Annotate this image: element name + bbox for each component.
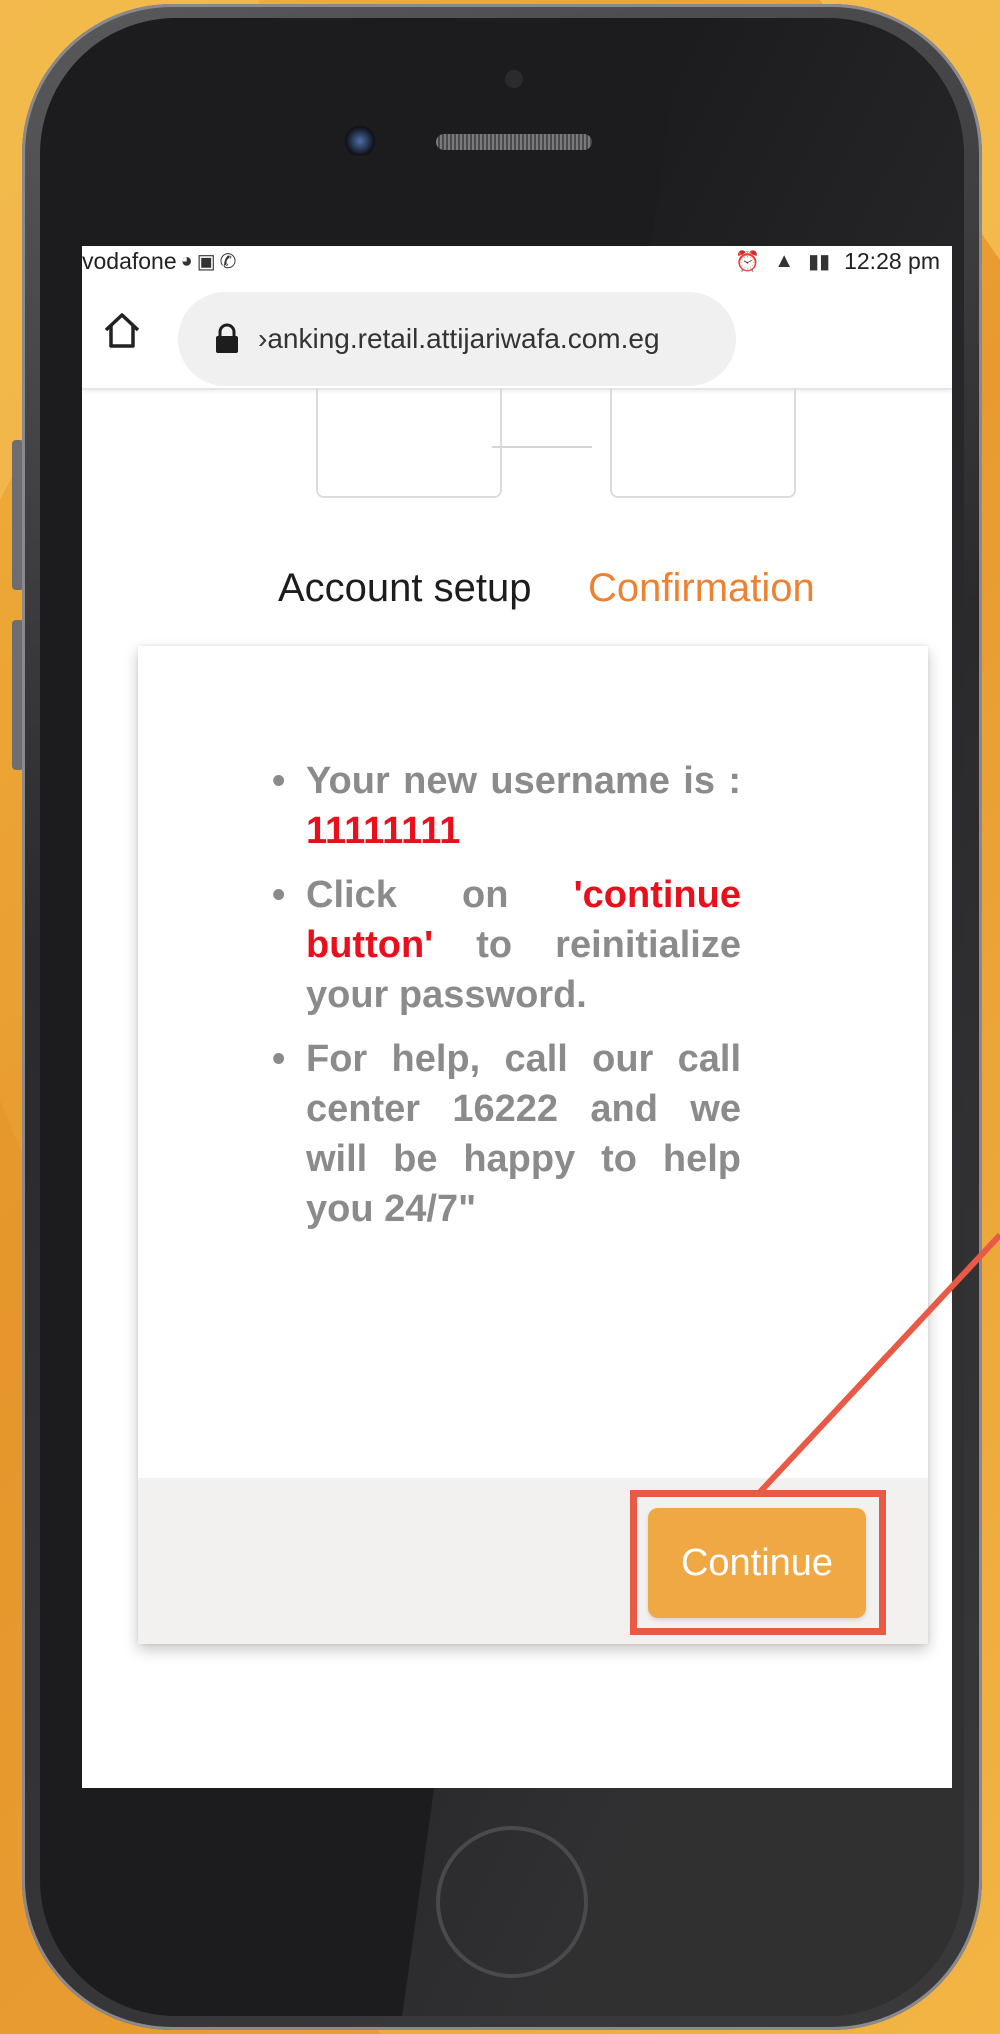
step-confirmation-box [610, 388, 796, 498]
status-bar: vodafone ◕ ▣ ✆ ⏰ ▲ ▮▮ 12:28 pm [82, 246, 952, 276]
list-item: For help, call our call center 16222 and… [272, 1034, 741, 1234]
whatsapp-icon: ✆ [219, 251, 237, 273]
annotation-highlight-box [630, 1490, 886, 1635]
instruction-prefix: Click on [306, 874, 574, 916]
proximity-sensor [505, 70, 523, 88]
carrier-name: vodafone [82, 248, 177, 274]
help-text: For help, call our call center 16222 and… [306, 1038, 741, 1230]
status-time: 12:28 pm [844, 248, 940, 274]
step-account-setup-label: Account setup [278, 566, 532, 610]
front-camera [345, 126, 375, 156]
home-icon[interactable] [100, 308, 144, 352]
message-list: Your new username is : 11111111 Click on… [272, 756, 741, 1248]
step-confirmation-label: Confirmation [588, 566, 815, 610]
browser-address-bar: ›anking.retail.attijariwafa.com.eg [82, 276, 952, 390]
battery-icon: ▮▮ [808, 251, 831, 273]
lock-icon [216, 323, 238, 353]
url-text: ›anking.retail.attijariwafa.com.eg [258, 323, 660, 354]
username-label: Your new username is : [306, 760, 741, 802]
signal-icon: ▲ [774, 250, 795, 272]
list-item: Your new username is : 11111111 [272, 756, 741, 856]
messenger-icon: ◕ [180, 250, 193, 272]
username-value: 11111111 [306, 810, 461, 852]
earpiece-speaker [436, 134, 592, 150]
url-field[interactable]: ›anking.retail.attijariwafa.com.eg [178, 292, 736, 386]
alarm-icon: ⏰ [735, 251, 761, 273]
home-hardware-button[interactable] [436, 1826, 588, 1978]
instagram-icon: ▣ [196, 251, 216, 273]
step-account-setup-box [316, 388, 502, 498]
step-connector [492, 446, 592, 448]
list-item: Click on 'continue button' to reinitiali… [272, 870, 741, 1020]
